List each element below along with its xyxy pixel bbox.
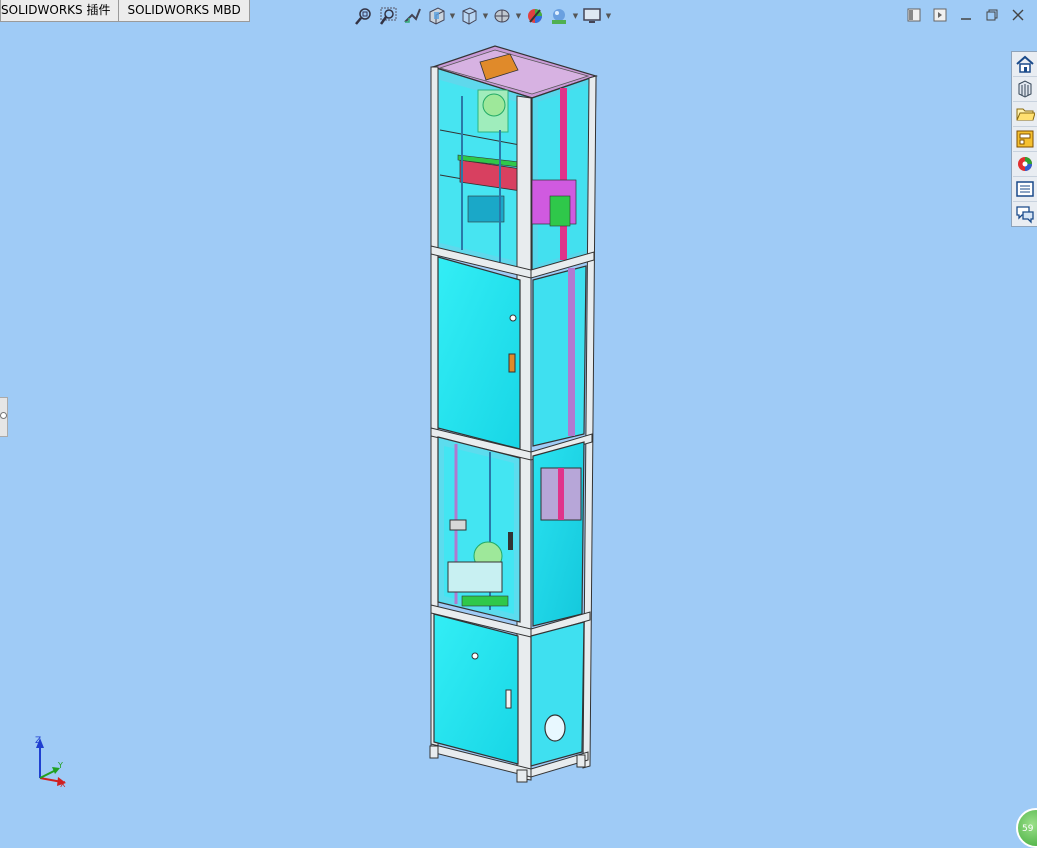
graphics-area-model[interactable] <box>0 0 1037 832</box>
middle-door-front <box>437 256 521 450</box>
middle-side-panel <box>532 265 587 447</box>
lower-side-panel <box>532 441 585 627</box>
reference-triad: Z Y X <box>28 732 72 792</box>
svg-text:Z: Z <box>35 736 41 746</box>
svg-text:Y: Y <box>57 761 63 770</box>
bottom-side-panel <box>530 621 585 767</box>
bottom-door-front <box>433 613 519 765</box>
upper-right-cabinet <box>531 75 597 273</box>
svg-text:X: X <box>60 780 66 788</box>
lower-glass-cabinet <box>437 436 521 623</box>
